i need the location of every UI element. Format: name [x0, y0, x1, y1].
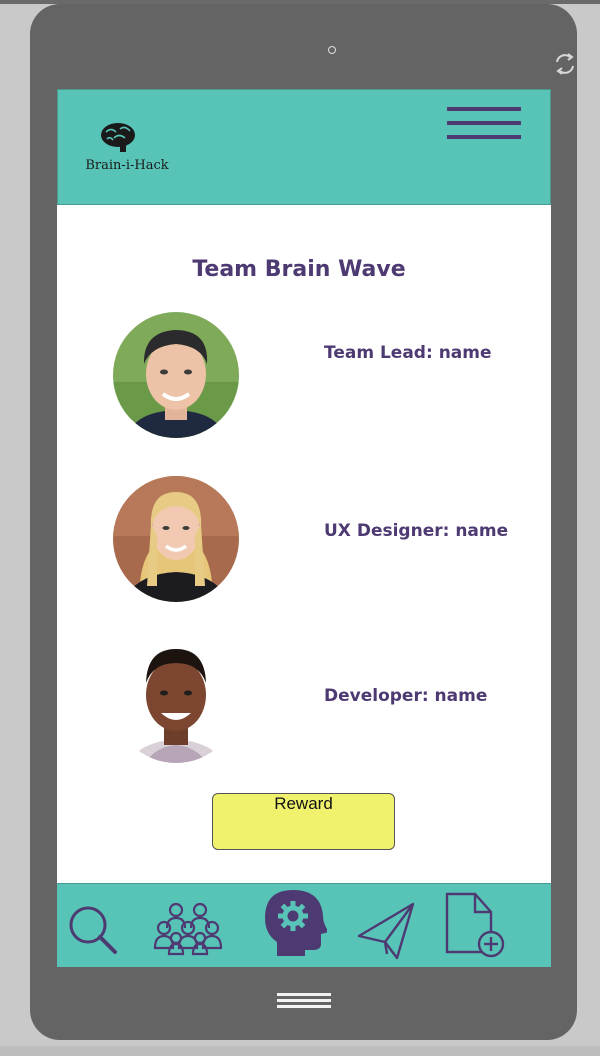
app-screen: Brain-i-Hack Team Brain Wave Team Lead: … [57, 89, 551, 967]
member-role-team-lead: Team Lead: name [324, 343, 492, 363]
home-line [277, 993, 331, 996]
avatar-portrait [113, 637, 239, 763]
member-role-developer: Developer: name [324, 686, 488, 706]
send-icon[interactable] [357, 902, 417, 960]
new-document-icon[interactable] [445, 892, 505, 960]
window-bottom-edge [0, 1046, 600, 1056]
hamburger-menu-icon[interactable] [447, 107, 523, 141]
avatar-developer [113, 637, 239, 763]
avatar-portrait [113, 312, 239, 438]
brain-logo-icon [101, 123, 135, 152]
team-title: Team Brain Wave [192, 257, 406, 282]
home-line [277, 999, 331, 1002]
menu-line [447, 121, 521, 125]
reward-button[interactable]: Reward [212, 793, 395, 850]
home-line [277, 1005, 331, 1008]
home-indicator[interactable] [277, 993, 331, 1009]
app-header: Brain-i-Hack [57, 89, 551, 205]
avatar-ux-designer [113, 476, 239, 602]
brain-settings-icon[interactable] [263, 888, 327, 956]
camera-dot [328, 46, 336, 54]
team-icon[interactable] [153, 902, 223, 956]
bottom-nav-bar [57, 883, 551, 967]
avatar-portrait [113, 476, 239, 602]
member-role-ux-designer: UX Designer: name [324, 521, 509, 541]
avatar-team-lead [113, 312, 239, 438]
menu-line [447, 107, 521, 111]
menu-line [447, 135, 521, 139]
brand-logo[interactable]: Brain-i-Hack [82, 120, 172, 180]
rotate-icon[interactable] [553, 53, 577, 75]
logo-text: Brain-i-Hack [85, 158, 169, 173]
search-icon[interactable] [67, 904, 119, 956]
